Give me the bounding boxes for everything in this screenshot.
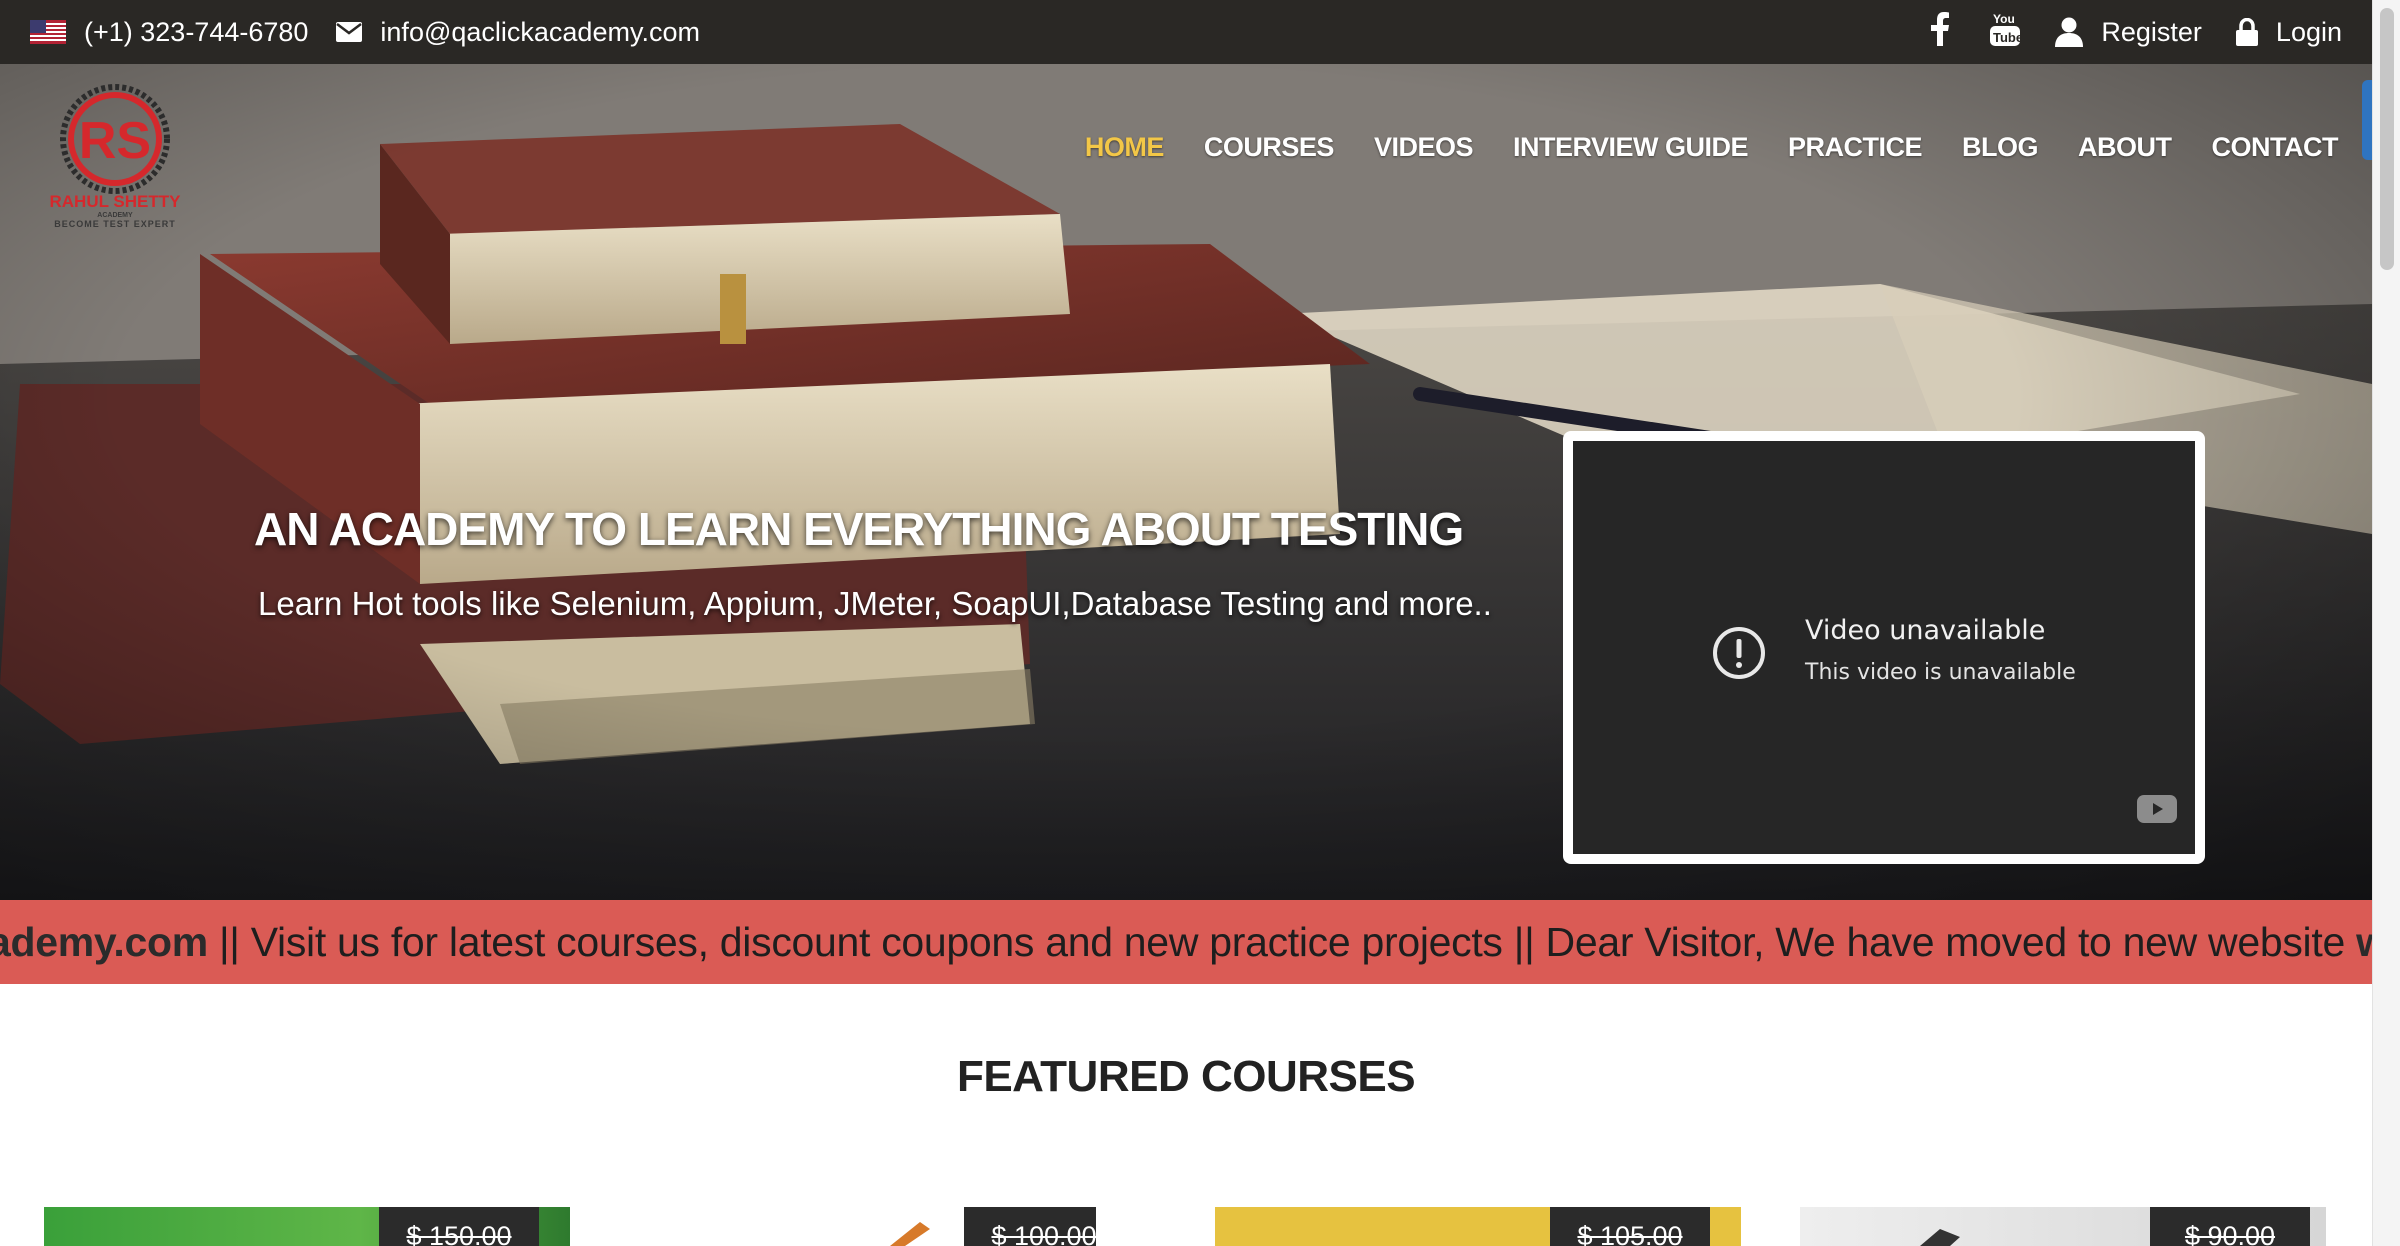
hero-banner: RS RAHUL SHETTY ACADEMY BECOME TEST EXPE…: [0, 64, 2372, 900]
video-error-subtitle: This video is unavailable: [1805, 660, 2076, 685]
nav-home[interactable]: HOME: [1085, 132, 1165, 163]
youtube-icon[interactable]: You Tube: [1989, 11, 2023, 54]
course-card[interactable]: $ 90.00: [1800, 1207, 2326, 1246]
vertical-scrollbar[interactable]: [2372, 0, 2400, 1246]
phone-number: (+1) 323-744-6780: [84, 16, 309, 47]
lock-icon: [2235, 18, 2258, 46]
nav-contact[interactable]: CONTACT: [2212, 132, 2339, 163]
ticker-trail-link[interactable]: www: [2356, 919, 2372, 965]
logo-monogram: RS: [79, 112, 151, 170]
account-links: You Tube Register Login: [1891, 11, 2342, 54]
ticker-message: || Visit us for latest courses, discount…: [207, 918, 2357, 965]
video-embed[interactable]: Video unavailable This video is unavaila…: [1563, 431, 2205, 864]
academy-logo[interactable]: RS RAHUL SHETTY ACADEMY BECOME TEST EXPE…: [40, 84, 190, 234]
youtube-play-icon[interactable]: [2137, 795, 2177, 828]
facebook-icon[interactable]: [1931, 11, 1950, 53]
ticker-text[interactable]: ademy.com || Visit us for latest courses…: [0, 919, 2372, 966]
logo-tagline: BECOME TEST EXPERT: [54, 219, 176, 229]
course-price: $ 100.00: [964, 1207, 1096, 1246]
exclamation-icon: [1711, 625, 1767, 686]
nav-about[interactable]: ABOUT: [2078, 132, 2172, 163]
scrollbar-thumb[interactable]: [2380, 8, 2394, 270]
course-price: $ 105.00: [1550, 1207, 1710, 1246]
nav-videos[interactable]: VIDEOS: [1374, 132, 1474, 163]
user-icon: [2055, 17, 2084, 47]
top-bar: (+1) 323-744-6780 info@qaclickacademy.co…: [0, 0, 2372, 64]
contact-info: (+1) 323-744-6780 info@qaclickacademy.co…: [30, 17, 728, 48]
register-label: Register: [2101, 16, 2202, 47]
phone-item[interactable]: (+1) 323-744-6780: [30, 17, 308, 48]
nav-interview-guide[interactable]: INTERVIEW GUIDE: [1513, 132, 1749, 163]
course-price: $ 150.00: [379, 1207, 539, 1246]
logo-name: RAHUL SHETTY: [50, 192, 182, 211]
email-address: info@qaclickacademy.com: [380, 16, 700, 47]
nav-courses[interactable]: COURSES: [1204, 132, 1335, 163]
svg-text:Tube: Tube: [1993, 30, 2021, 45]
featured-courses-heading: FEATURED COURSES: [956, 1052, 1416, 1101]
side-feedback-tab[interactable]: [2362, 80, 2372, 160]
video-error-title: Video unavailable: [1805, 615, 2046, 646]
register-link[interactable]: Register: [2055, 17, 2202, 48]
hero-subtitle: Learn Hot tools like Selenium, Appium, J…: [258, 585, 1492, 622]
nav-practice[interactable]: PRACTICE: [1788, 132, 1923, 163]
hero-title: AN ACADEMY TO LEARN EVERYTHING ABOUT TES…: [254, 503, 1464, 555]
course-card[interactable]: $ 100.00: [570, 1207, 1096, 1246]
us-flag-icon: [30, 20, 66, 44]
envelope-icon: [336, 22, 363, 42]
svg-text:You: You: [1993, 12, 2015, 26]
login-label: Login: [2275, 16, 2342, 47]
video-player[interactable]: Video unavailable This video is unavaila…: [1573, 441, 2195, 854]
login-link[interactable]: Login: [2235, 16, 2342, 48]
nav-blog[interactable]: BLOG: [1962, 132, 2039, 163]
course-card[interactable]: $ 105.00: [1215, 1207, 1741, 1246]
email-item[interactable]: info@qaclickacademy.com: [336, 17, 700, 48]
video-error-message: Video unavailable This video is unavaila…: [1711, 615, 2076, 686]
ticker-lead-link[interactable]: ademy.com: [0, 919, 208, 965]
announcement-ticker: ademy.com || Visit us for latest courses…: [0, 900, 2372, 984]
main-nav: HOME COURSES VIDEOS INTERVIEW GUIDE PRAC…: [1045, 132, 2339, 163]
course-price: $ 90.00: [2150, 1207, 2310, 1246]
logo-academy: ACADEMY: [97, 212, 133, 219]
course-card[interactable]: $ 150.00: [44, 1207, 570, 1246]
